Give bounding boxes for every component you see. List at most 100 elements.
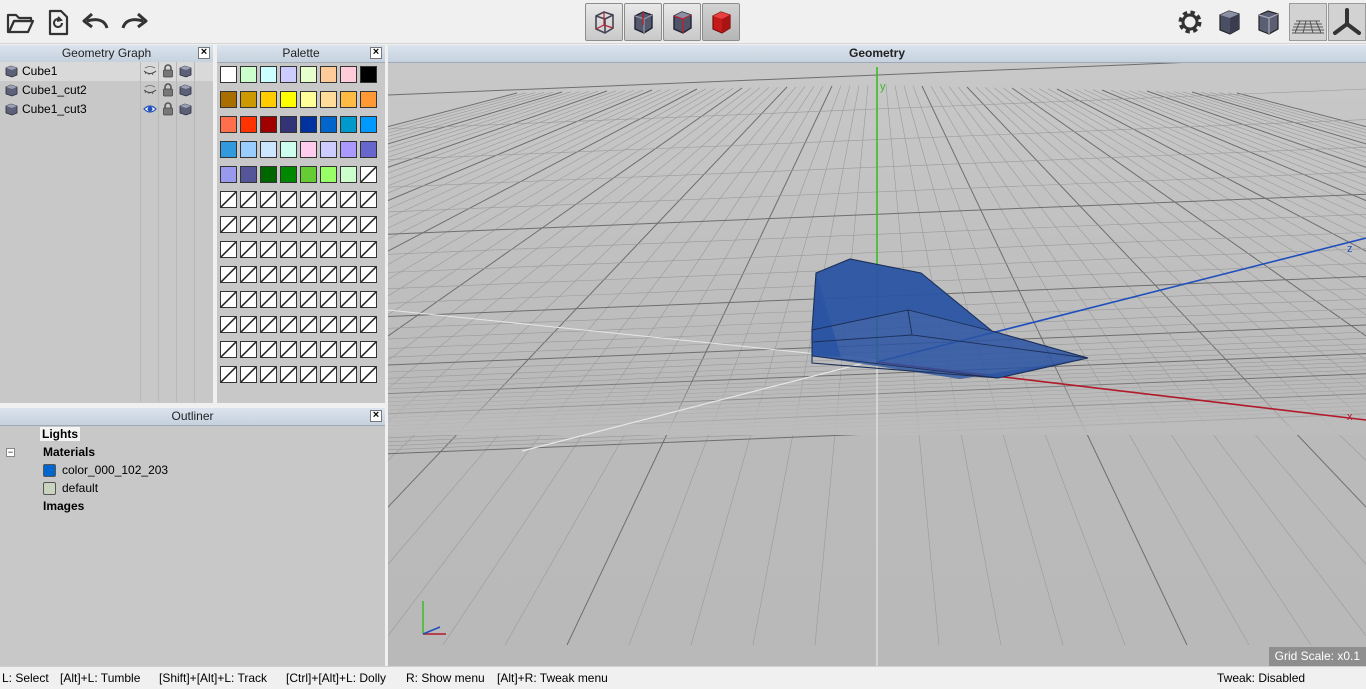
material-item[interactable]: default — [62, 481, 98, 495]
empty-swatch[interactable] — [260, 216, 277, 233]
color-swatch[interactable] — [220, 91, 237, 108]
material-cube-icon[interactable] — [179, 84, 192, 100]
outliner-images[interactable]: Images — [43, 499, 84, 513]
scene-canvas[interactable]: y z x — [388, 45, 1366, 666]
outliner-lights[interactable]: Lights — [40, 427, 80, 441]
geometry-viewport[interactable]: Geometry y z x Grid Scale: x0.1 — [388, 45, 1366, 666]
empty-swatch[interactable] — [340, 366, 357, 383]
color-swatch[interactable] — [220, 141, 237, 158]
color-swatch[interactable] — [220, 66, 237, 83]
empty-swatch[interactable] — [280, 316, 297, 333]
empty-swatch[interactable] — [320, 191, 337, 208]
empty-swatch[interactable] — [280, 366, 297, 383]
empty-swatch[interactable] — [320, 241, 337, 258]
color-swatch[interactable] — [360, 116, 377, 133]
lock-icon[interactable] — [162, 64, 174, 81]
empty-swatch[interactable] — [220, 316, 237, 333]
material-cube-icon[interactable] — [179, 65, 192, 81]
empty-swatch[interactable] — [260, 266, 277, 283]
empty-swatch[interactable] — [260, 191, 277, 208]
color-swatch[interactable] — [280, 66, 297, 83]
color-swatch[interactable] — [240, 66, 257, 83]
geometry-graph-item[interactable]: Cube1_cut2 — [0, 81, 213, 100]
empty-swatch[interactable] — [280, 341, 297, 358]
empty-swatch[interactable] — [320, 341, 337, 358]
empty-swatch[interactable] — [220, 341, 237, 358]
empty-swatch[interactable] — [240, 191, 257, 208]
empty-swatch[interactable] — [360, 366, 377, 383]
empty-swatch[interactable] — [340, 266, 357, 283]
color-swatch[interactable] — [280, 141, 297, 158]
close-icon[interactable]: × — [370, 410, 382, 422]
empty-swatch[interactable] — [300, 341, 317, 358]
color-swatch[interactable] — [300, 166, 317, 183]
color-swatch[interactable] — [320, 116, 337, 133]
color-swatch[interactable] — [240, 91, 257, 108]
empty-swatch[interactable] — [220, 216, 237, 233]
empty-swatch[interactable] — [260, 316, 277, 333]
color-swatch[interactable] — [360, 141, 377, 158]
color-swatch[interactable] — [340, 166, 357, 183]
grid-icon[interactable] — [1289, 3, 1327, 41]
eye-icon[interactable] — [143, 103, 157, 118]
color-swatch[interactable] — [320, 66, 337, 83]
settings-icon[interactable] — [1172, 4, 1208, 40]
shaded-cube-icon[interactable] — [663, 3, 701, 41]
empty-swatch[interactable] — [220, 266, 237, 283]
color-swatch[interactable] — [360, 66, 377, 83]
color-swatch[interactable] — [260, 141, 277, 158]
color-swatch[interactable] — [340, 66, 357, 83]
wireframe-cube-icon[interactable] — [1250, 4, 1286, 40]
empty-swatch[interactable] — [360, 341, 377, 358]
empty-swatch[interactable] — [320, 366, 337, 383]
empty-swatch[interactable] — [360, 166, 377, 183]
wireframe-cube-icon[interactable] — [585, 3, 623, 41]
empty-swatch[interactable] — [240, 316, 257, 333]
empty-swatch[interactable] — [320, 316, 337, 333]
outliner-materials[interactable]: Materials — [43, 445, 95, 459]
empty-swatch[interactable] — [240, 266, 257, 283]
empty-swatch[interactable] — [300, 191, 317, 208]
empty-swatch[interactable] — [260, 366, 277, 383]
empty-swatch[interactable] — [300, 291, 317, 308]
color-swatch[interactable] — [260, 166, 277, 183]
axes-icon[interactable] — [1328, 3, 1366, 41]
empty-swatch[interactable] — [320, 291, 337, 308]
empty-swatch[interactable] — [260, 341, 277, 358]
shaded-cube-icon[interactable] — [1211, 4, 1247, 40]
empty-swatch[interactable] — [260, 241, 277, 258]
empty-swatch[interactable] — [300, 366, 317, 383]
geometry-graph-item[interactable]: Cube1_cut3 — [0, 100, 213, 119]
empty-swatch[interactable] — [300, 241, 317, 258]
eye-closed-icon[interactable] — [143, 84, 157, 99]
color-swatch[interactable] — [300, 116, 317, 133]
empty-swatch[interactable] — [260, 291, 277, 308]
color-swatch[interactable] — [300, 66, 317, 83]
empty-swatch[interactable] — [280, 216, 297, 233]
color-swatch[interactable] — [280, 91, 297, 108]
eye-closed-icon[interactable] — [143, 65, 157, 80]
empty-swatch[interactable] — [240, 216, 257, 233]
empty-swatch[interactable] — [300, 316, 317, 333]
empty-swatch[interactable] — [240, 341, 257, 358]
empty-swatch[interactable] — [220, 191, 237, 208]
open-folder-icon[interactable] — [2, 4, 38, 40]
empty-swatch[interactable] — [300, 266, 317, 283]
lock-icon[interactable] — [162, 102, 174, 119]
undo-icon[interactable] — [78, 4, 114, 40]
shaded-wire-cube-icon[interactable] — [624, 3, 662, 41]
color-swatch[interactable] — [280, 166, 297, 183]
empty-swatch[interactable] — [280, 266, 297, 283]
empty-swatch[interactable] — [280, 291, 297, 308]
empty-swatch[interactable] — [280, 241, 297, 258]
color-swatch[interactable] — [240, 166, 257, 183]
empty-swatch[interactable] — [220, 291, 237, 308]
color-swatch[interactable] — [260, 116, 277, 133]
color-swatch[interactable] — [320, 166, 337, 183]
empty-swatch[interactable] — [340, 216, 357, 233]
empty-swatch[interactable] — [340, 316, 357, 333]
color-swatch[interactable] — [240, 116, 257, 133]
solid-red-cube-icon[interactable] — [702, 3, 740, 41]
material-item[interactable]: color_000_102_203 — [62, 463, 168, 477]
collapse-icon[interactable]: − — [6, 448, 15, 457]
